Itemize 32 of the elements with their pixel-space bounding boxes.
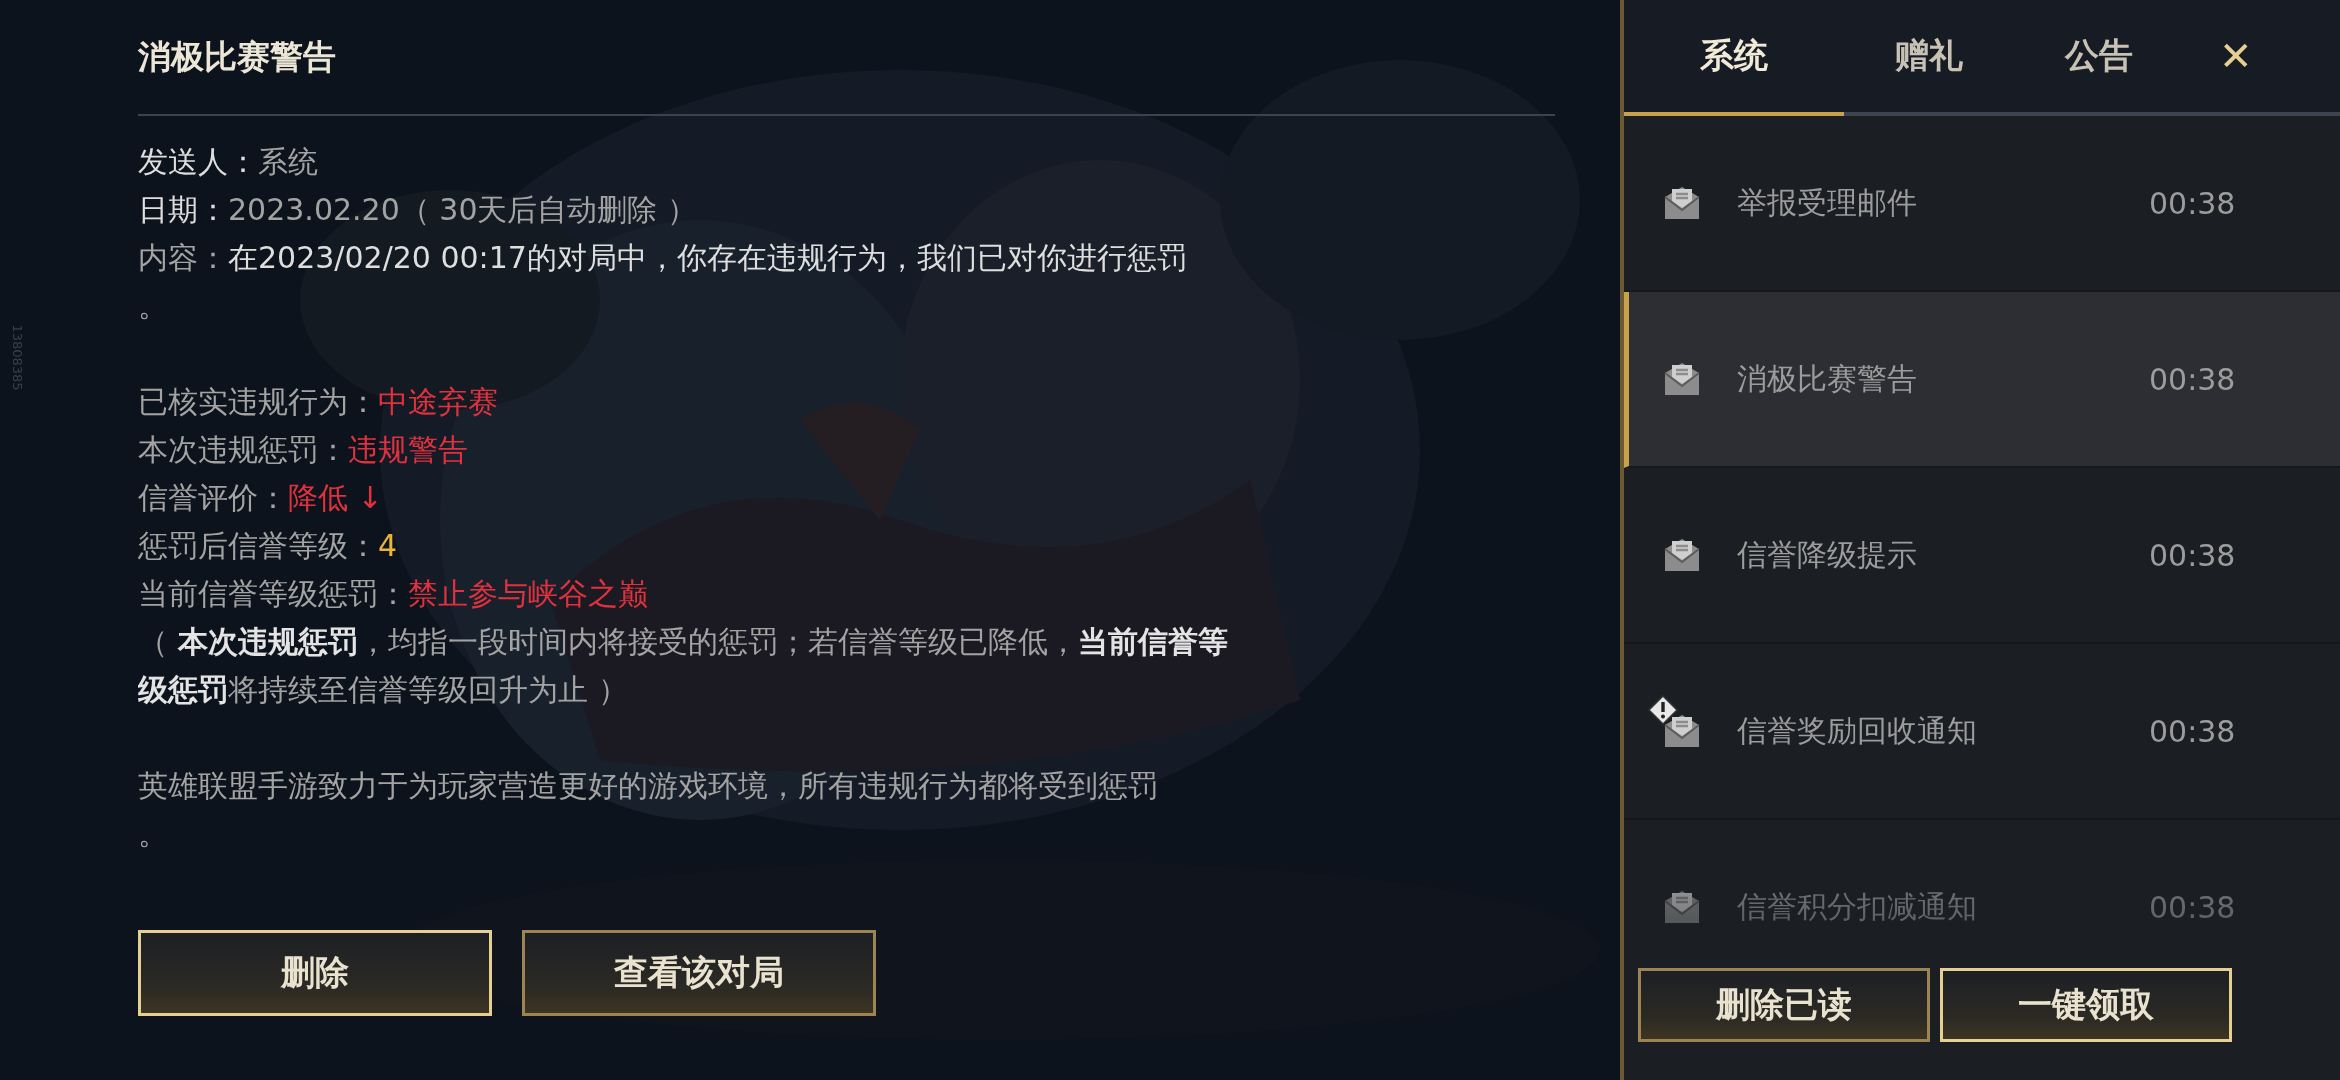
mail-item[interactable]: 信誉降级提示 00:38: [1624, 468, 2340, 644]
claim-all-button[interactable]: 一键领取: [1940, 968, 2232, 1042]
detail-text: 在2023/02/20 00:17的对局中，你存在违规行为，我们已对你进行惩罚: [228, 240, 1187, 275]
detail-text: 内容：: [138, 240, 228, 275]
mail-item[interactable]: 信誉奖励回收通知 00:38: [1624, 644, 2340, 820]
detail-text: （ 本次违规惩罚，均指一段时间内将接受的惩罚；若信誉等级已降低，当前信誉等级惩罚将持续至信誉等级回升为止 ）: [138, 624, 1228, 707]
delete-button[interactable]: 删除: [138, 930, 492, 1016]
detail-text: 系统: [258, 144, 318, 179]
mail-item[interactable]: 消极比赛警告 00:38: [1624, 292, 2340, 468]
detail-text: 2023.02.20（ 30天后自动删除 ）: [228, 192, 697, 227]
detail-text: 英雄联盟手游致力于为玩家营造更好的游戏环境，所有违规行为都将受到惩罚: [138, 768, 1158, 803]
detail-text: 发送人：: [138, 144, 258, 179]
detail-text: 本次违规惩罚：: [138, 432, 348, 467]
detail-text: 禁止参与峡谷之巅: [408, 576, 648, 611]
tab[interactable]: 系统: [1624, 0, 1844, 116]
detail-text: 中途弃赛: [378, 384, 498, 419]
detail-text: 当前信誉等级惩罚：: [138, 576, 408, 611]
detail-text: 。: [138, 816, 168, 851]
view-match-button[interactable]: 查看该对局: [522, 930, 876, 1016]
detail-text: 日期：: [138, 192, 228, 227]
tab[interactable]: 公告: [2014, 0, 2184, 116]
detail-text: 。: [138, 288, 168, 323]
mail-title: 消极比赛警告: [138, 0, 1555, 116]
detail-text: 降低 ↓: [288, 480, 383, 515]
close-button[interactable]: ✕: [2211, 33, 2261, 79]
detail-text: 信誉评价：: [138, 480, 288, 515]
detail-text: 4: [378, 528, 398, 563]
detail-text: 已核实违规行为：: [138, 384, 378, 419]
detail-text: 违规警告: [348, 432, 468, 467]
tab[interactable]: 赠礼: [1844, 0, 2014, 116]
detail-text: 惩罚后信誉等级：: [138, 528, 378, 563]
delete-read-button[interactable]: 删除已读: [1638, 968, 1930, 1042]
